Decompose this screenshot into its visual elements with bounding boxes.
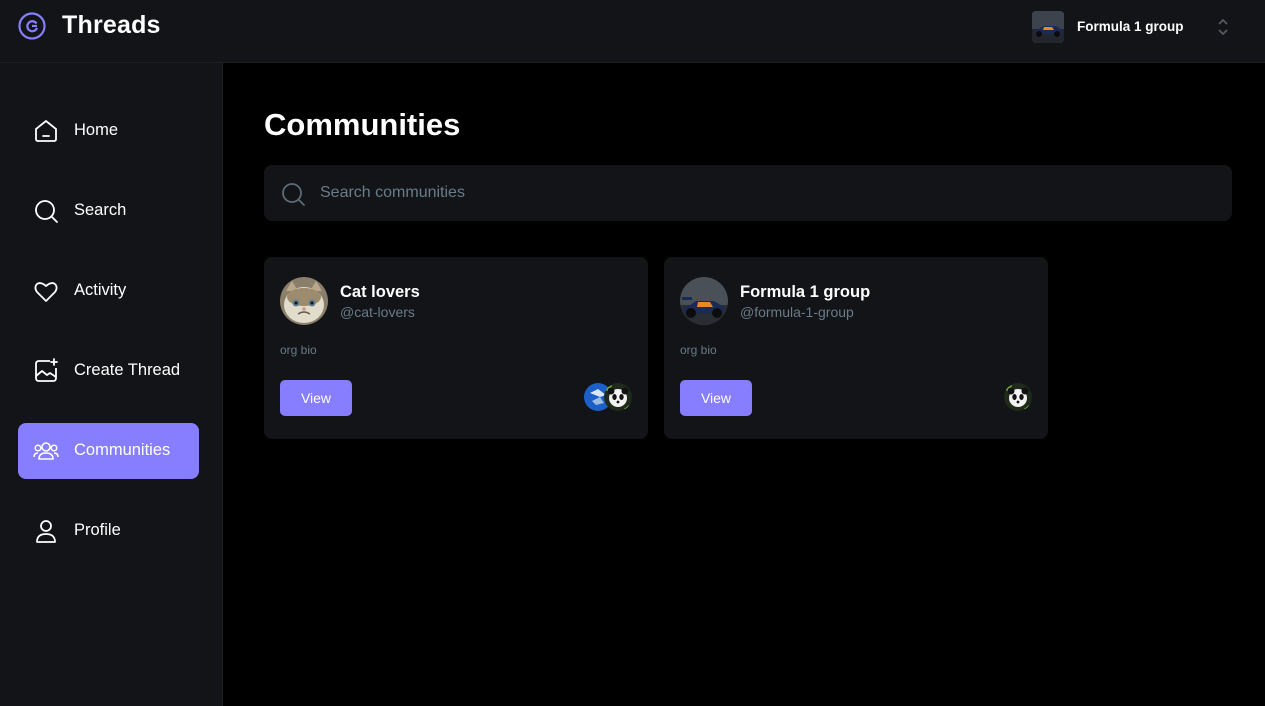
chevron-up-down-icon [1218, 18, 1228, 36]
sidebar-item-label: Activity [74, 281, 127, 299]
create-thread-icon [35, 358, 58, 382]
profile-icon [36, 520, 56, 543]
organization-switcher[interactable]: Formula 1 group [1032, 10, 1247, 44]
org-avatar [1032, 11, 1064, 43]
community-bio: org bio [680, 343, 717, 357]
search-icon [35, 200, 58, 223]
search-input[interactable] [320, 165, 1200, 221]
member-avatars [582, 377, 636, 415]
view-button[interactable]: View [280, 380, 352, 416]
sidebar-item-label: Communities [74, 441, 171, 459]
community-card: Cat lovers @cat-lovers org bio View [264, 257, 648, 439]
page-title: Communities [264, 107, 461, 142]
community-card: Formula 1 group @formula-1-group org bio… [664, 257, 1048, 439]
org-switcher-name: Formula 1 group [1077, 19, 1184, 34]
community-name[interactable]: Formula 1 group [740, 283, 870, 302]
sidebar-item-label: Home [74, 121, 119, 139]
sidebar-item-label: Search [74, 201, 127, 219]
community-handle: @cat-lovers [340, 304, 415, 320]
communities-icon [33, 442, 59, 460]
home-icon [35, 120, 57, 142]
sidebar-item-communities[interactable]: Communities [18, 423, 199, 479]
view-button[interactable]: View [680, 380, 752, 416]
sidebar-item-activity[interactable]: Activity [18, 263, 199, 319]
main-content: Communities Cat lovers @ca [224, 63, 1265, 706]
sidebar-item-home[interactable]: Home [18, 103, 199, 159]
search-icon [282, 183, 305, 206]
community-name[interactable]: Cat lovers [340, 283, 420, 302]
sidebar-item-label: Profile [74, 521, 121, 539]
community-bio: org bio [280, 343, 317, 357]
community-avatar[interactable] [280, 277, 328, 325]
app-name[interactable]: Threads [62, 11, 161, 40]
community-handle: @formula-1-group [740, 304, 854, 320]
sidebar-item-create-thread[interactable]: Create Thread [18, 343, 199, 399]
search-bar[interactable] [264, 165, 1232, 221]
threads-logo-icon[interactable] [18, 12, 46, 40]
sidebar-item-profile[interactable]: Profile [18, 503, 199, 559]
sidebar-item-search[interactable]: Search [18, 183, 199, 239]
top-bar: Threads Formula 1 group [0, 0, 1265, 63]
member-avatars [1002, 377, 1036, 415]
member-avatar-panda [1004, 383, 1032, 411]
community-avatar[interactable] [680, 277, 728, 325]
member-avatar-panda [604, 383, 632, 411]
sidebar-item-label: Create Thread [74, 361, 181, 379]
left-sidebar: Home Search Activity Create Thread Commu… [0, 63, 223, 706]
heart-icon [34, 282, 58, 302]
